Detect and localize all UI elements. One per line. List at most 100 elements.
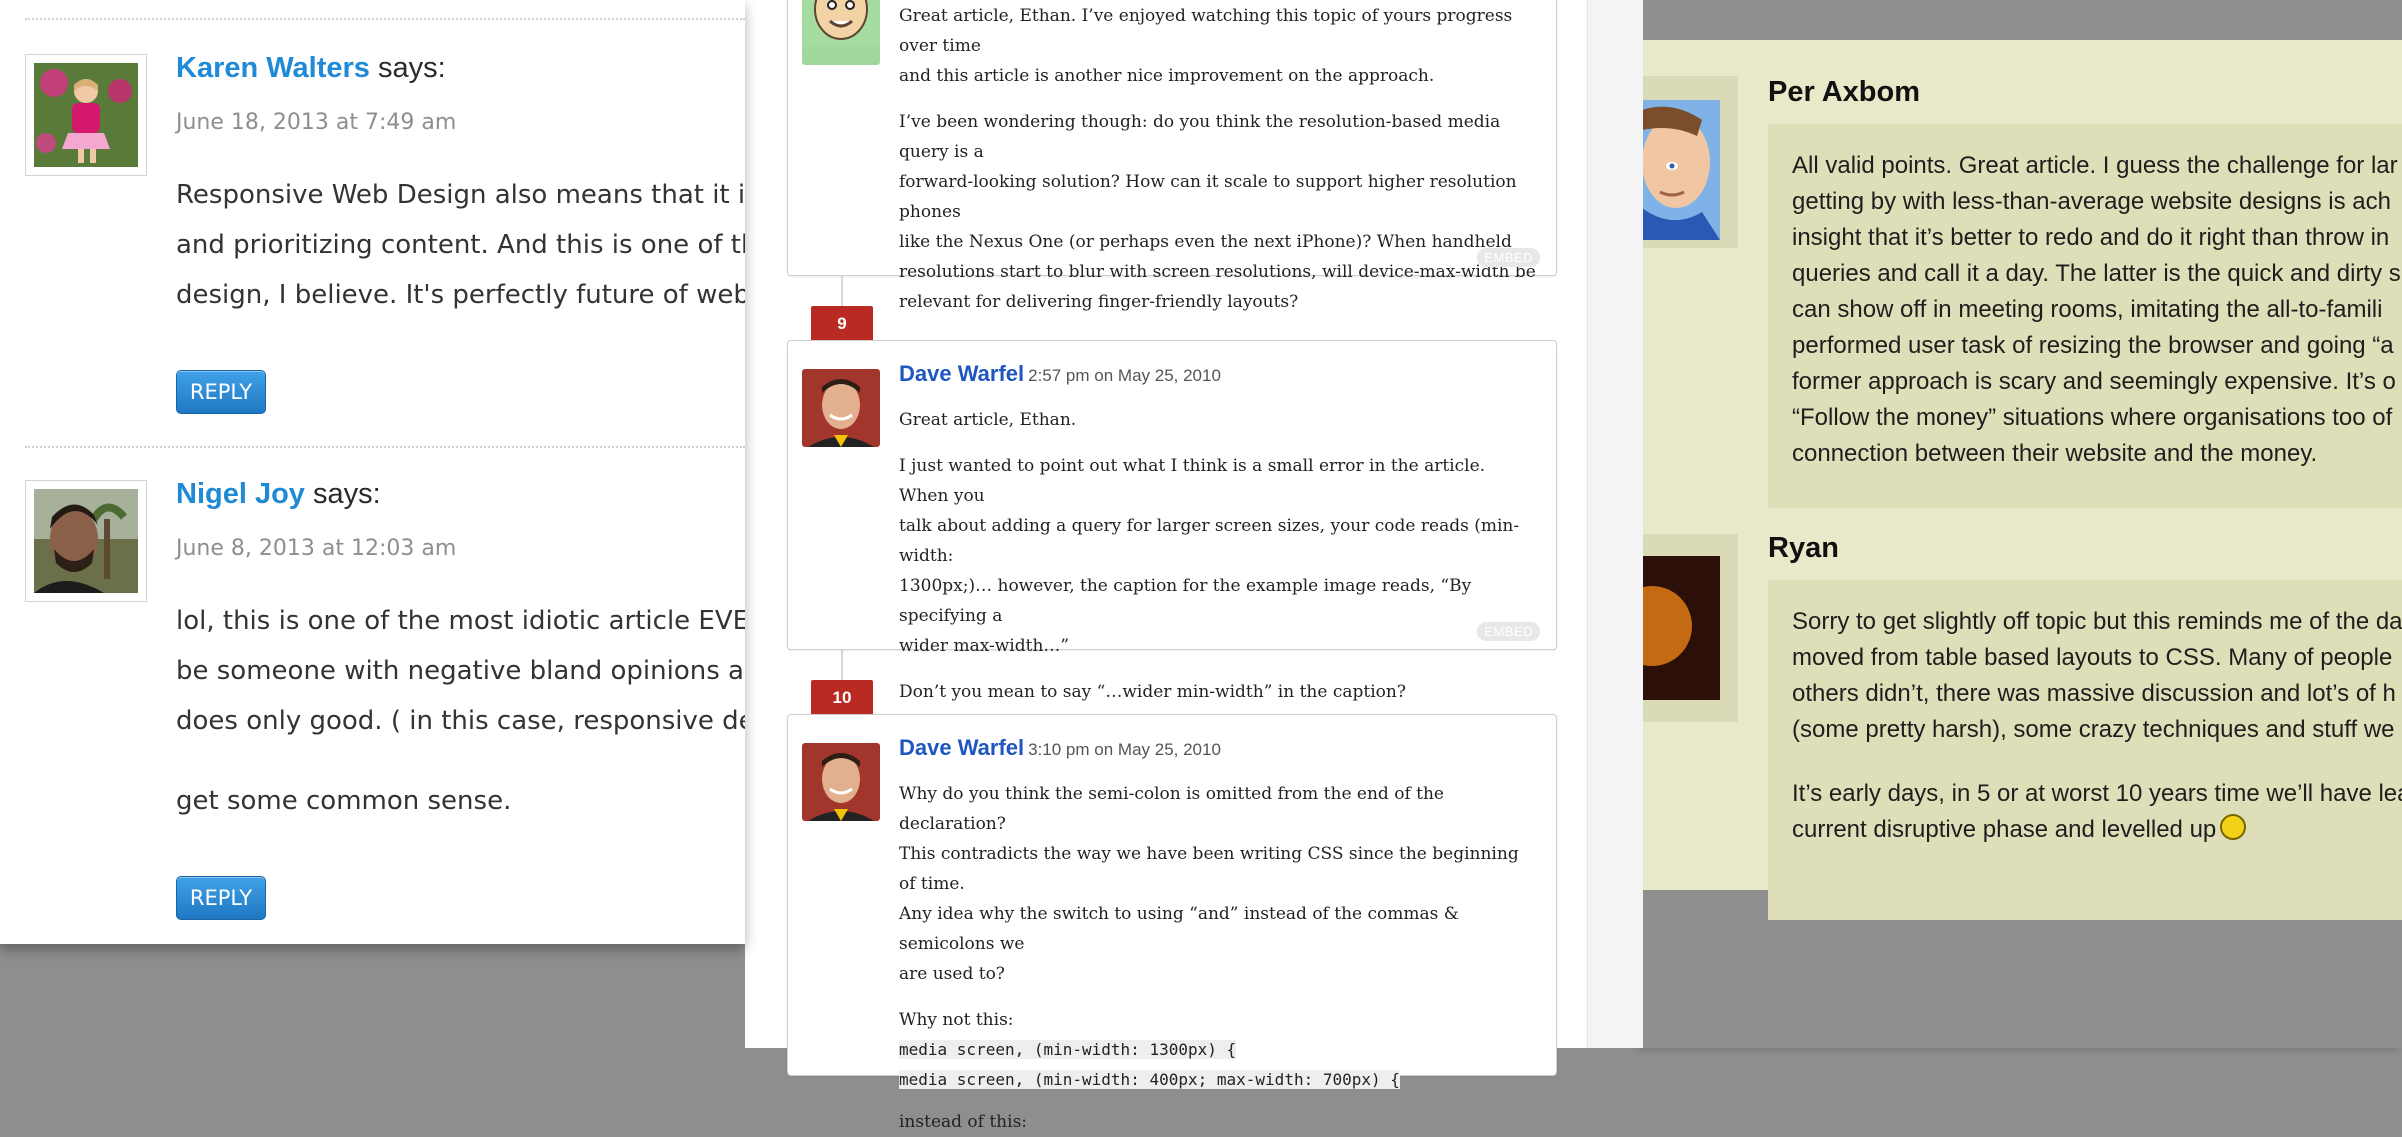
comments-page: Great article, Ethan. I’ve enjoyed watch… — [745, 0, 1587, 1132]
code-text: media screen, (min-width: 400px; max-wid… — [899, 1070, 1400, 1089]
comment-card: Great article, Ethan. I’ve enjoyed watch… — [787, 0, 1557, 312]
code-text: media screen, (min-width: 1300px) { — [899, 1040, 1237, 1059]
text-line: does only good. ( in this case, responsi… — [176, 706, 745, 736]
comment-paragraph: I just wanted to point out what I think … — [899, 451, 1536, 661]
comment-number-badge[interactable]: 10 — [811, 680, 873, 716]
comment-paragraph: instead of this: — [899, 1112, 1028, 1132]
avatar-frame — [1642, 76, 1738, 248]
comment-timestamp: 2:57 pm on May 25, 2010 — [1028, 366, 1221, 385]
avatar-illustration — [802, 743, 880, 821]
comment-separator — [25, 446, 745, 448]
avatar-illustration — [802, 369, 880, 447]
text-line: others didn’t, there was massive discuss… — [1792, 680, 2396, 707]
comment-text: Why do you think the semi-colon is omitt… — [899, 779, 1536, 1137]
reply-button[interactable]: REPLY — [176, 370, 266, 414]
says-label: says: — [378, 52, 446, 84]
text-line: This contradicts the way we have been wr… — [899, 844, 1519, 894]
comment-paragraph: Why do you think the semi-colon is omitt… — [899, 779, 1536, 989]
comment-content: Great article, Ethan. I’ve enjoyed watch… — [899, 1, 1536, 333]
comment-author: Per Axbom — [1768, 76, 1921, 108]
text-line: connection between their website and the… — [1792, 440, 2318, 467]
comment-text: get some common sense. — [176, 776, 511, 826]
comment-header: Karen Walters says: — [176, 52, 446, 85]
embed-button[interactable]: EMBED — [1477, 248, 1540, 267]
comment-content: Dave Warfel 2:57 pm on May 25, 2010 Great… — [899, 361, 1536, 723]
right-comments-panel: Per Axbom All valid points. Great articl… — [1642, 0, 2402, 1048]
text-line: and this article is another nice improve… — [899, 66, 1435, 86]
text-line: can show off in meeting rooms, imitating… — [1792, 296, 2383, 323]
text-line: like the Nexus One (or perhaps even the … — [899, 232, 1512, 252]
reply-button[interactable]: REPLY — [176, 876, 266, 920]
text-line: It’s early days, in 5 or at worst 10 yea… — [1792, 780, 2402, 807]
text-line: and prioritizing content. And this is on… — [176, 230, 745, 260]
comment-text: lol, this is one of the most idiotic art… — [176, 596, 745, 746]
comment-author-link[interactable]: Nigel Joy — [176, 478, 305, 510]
avatar — [1642, 556, 1720, 700]
comment-number-badge[interactable]: 9 — [811, 306, 873, 342]
comment-per-axbom: Per Axbom All valid points. Great articl… — [1768, 76, 2402, 508]
comment-timestamp: 3:10 pm on May 25, 2010 — [1028, 740, 1221, 759]
comment-timestamp[interactable]: June 8, 2013 at 12:03 am — [176, 536, 456, 561]
avatar-frame — [25, 54, 147, 176]
comment-paragraph: Why not this: — [899, 1010, 1014, 1030]
comment-text: All valid points. Great article. I guess… — [1792, 148, 2402, 472]
says-label: says: — [313, 478, 381, 510]
text-line: forward-looking solution? How can it sca… — [899, 172, 1517, 222]
text-line: 1300px;)… however, the caption for the e… — [899, 576, 1472, 626]
text-line: are used to? — [899, 964, 1005, 984]
smiley-icon — [2220, 814, 2247, 840]
comment-card: Dave Warfel 2:57 pm on May 25, 2010 Great… — [787, 340, 1557, 702]
comment-body: All valid points. Great article. I guess… — [1768, 124, 2402, 508]
text-line: Responsive Web Design also means that it… — [176, 180, 745, 210]
text-line: queries and call it a day. The latter is… — [1792, 260, 2401, 287]
text-line: Sorry to get slightly off topic but this… — [1792, 608, 2402, 635]
comment-author: Ryan — [1768, 532, 1839, 564]
comment-text: Great article, Ethan. I just wanted to p… — [899, 405, 1536, 707]
text-line: be someone with negative bland opinions … — [176, 656, 745, 686]
text-line: “Follow the money” situations where orga… — [1792, 404, 2393, 431]
text-line: design, I believe. It's perfectly future… — [176, 280, 745, 310]
text-line: moved from table based layouts to CSS. M… — [1792, 644, 2393, 671]
avatar-illustration — [34, 489, 138, 593]
code-line: media screen, (min-width: 400px; max-wid… — [899, 1065, 1536, 1095]
text-line: I’ve been wondering though: do you think… — [899, 112, 1501, 162]
avatar-illustration — [1642, 556, 1720, 700]
comment-card: Dave Warfel 3:10 pm on May 25, 2010 Why d… — [787, 714, 1557, 1132]
middle-comments-panel: Great article, Ethan. I’ve enjoyed watch… — [745, 0, 1643, 1132]
text-line: insight that it’s better to redo and do … — [1792, 224, 2390, 251]
comment-separator — [25, 18, 745, 20]
embed-button[interactable]: EMBED — [1477, 622, 1540, 641]
text-line: wider max-width…” — [899, 636, 1070, 656]
text-line: lol, this is one of the most idiotic art… — [176, 606, 745, 636]
comment-text: Sorry to get slightly off topic but this… — [1792, 604, 2402, 748]
avatar — [802, 0, 880, 65]
comment-text: Responsive Web Design also means that it… — [176, 170, 745, 320]
comment-header: Dave Warfel 2:57 pm on May 25, 2010 — [899, 361, 1536, 397]
text-line: getting by with less-than-average websit… — [1792, 188, 2391, 215]
text-line: performed user task of resizing the brow… — [1792, 332, 2394, 359]
avatar — [802, 369, 880, 447]
comment-paragraph: Great article, Ethan. I’ve enjoyed watch… — [899, 1, 1536, 91]
comment-author-link[interactable]: Dave Warfel — [899, 361, 1024, 386]
comment-body: Sorry to get slightly off topic but this… — [1768, 580, 2402, 920]
comment-paragraph: I’ve been wondering though: do you think… — [899, 107, 1536, 317]
page-gutter — [1587, 0, 1643, 1048]
text-line: relevant for delivering finger-friendly … — [899, 292, 1299, 312]
text-line: Why do you think the semi-colon is omitt… — [899, 784, 1444, 834]
comment-header: Nigel Joy says: — [176, 478, 381, 511]
avatar-illustration — [34, 63, 138, 167]
comment-author-link[interactable]: Dave Warfel — [899, 735, 1024, 760]
text-line: (some pretty harsh), some crazy techniqu… — [1792, 716, 2395, 743]
avatar-frame — [25, 480, 147, 602]
text-line: get some common sense. — [176, 786, 512, 816]
avatar-illustration — [1642, 100, 1720, 240]
text-line: I just wanted to point out what I think … — [899, 456, 1486, 506]
text-line: Any idea why the switch to using “and” i… — [899, 904, 1459, 954]
avatar — [34, 63, 138, 167]
text-line: All valid points. Great article. I guess… — [1792, 152, 2398, 179]
comment-timestamp[interactable]: June 18, 2013 at 7:49 am — [176, 110, 456, 135]
code-line: media screen, (min-width: 1300px) { — [899, 1035, 1536, 1065]
comment-author-link[interactable]: Karen Walters — [176, 52, 370, 84]
text-line: resolutions start to blur with screen re… — [899, 262, 1536, 282]
avatar-frame — [1642, 534, 1738, 722]
